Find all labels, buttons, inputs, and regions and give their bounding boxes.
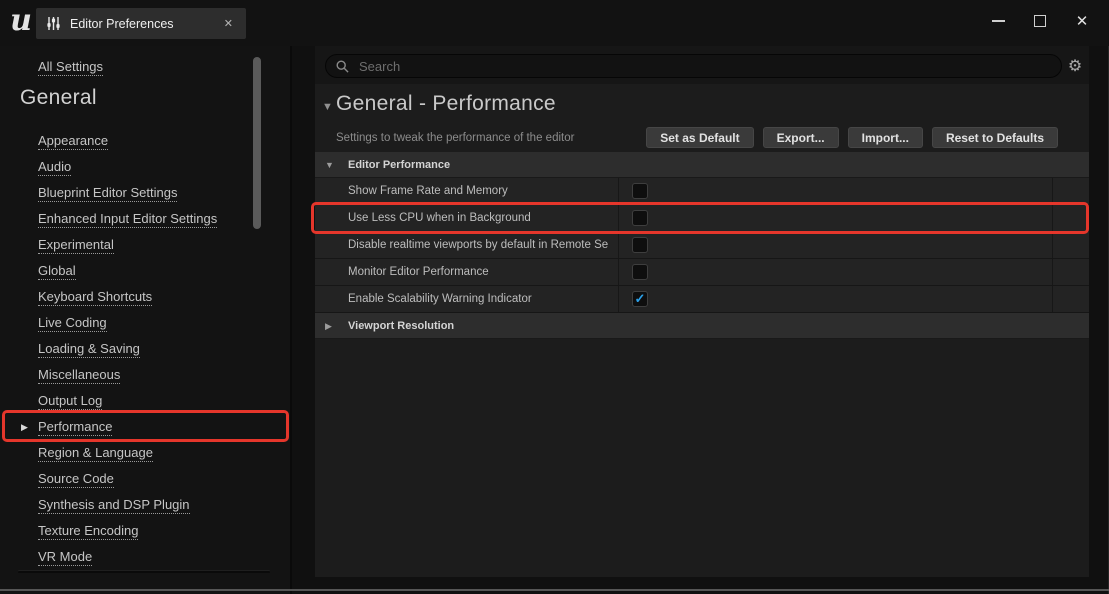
- tab-close-icon[interactable]: ✕: [221, 15, 236, 32]
- sidebar-item-output-log[interactable]: ▶Output Log: [0, 388, 290, 414]
- window-bottom-edge: [0, 589, 1109, 591]
- sidebar-item-keyboard-shortcuts[interactable]: ▶Keyboard Shortcuts: [0, 284, 290, 310]
- close-icon: ✕: [1076, 14, 1089, 29]
- column-divider: [1052, 259, 1053, 285]
- title-bar: u Editor Preferences ✕ ✕: [0, 0, 1109, 46]
- settings-sidebar: All Settings General ▶Appearance ▶Audio …: [0, 46, 292, 594]
- column-divider: [618, 232, 619, 258]
- sidebar-list: ▶Appearance ▶Audio ▶Blueprint Editor Set…: [0, 128, 290, 570]
- sidebar-item-vr-mode[interactable]: ▶VR Mode: [0, 544, 290, 570]
- section-collapsed-icon: ▶: [325, 313, 332, 339]
- selected-arrow-icon: ▶: [21, 414, 28, 440]
- sidebar-scrollbar[interactable]: [253, 57, 261, 229]
- checkmark-icon: ✓: [635, 292, 646, 305]
- minimize-icon: [992, 20, 1005, 22]
- checkbox-monitor-editor-performance[interactable]: ✓: [632, 264, 648, 280]
- editor-preferences-window: u Editor Preferences ✕ ✕ All Settings Ge…: [0, 0, 1109, 594]
- settings-main-panel: ⚙ ▼ General - Performance Settings to tw…: [315, 46, 1089, 577]
- column-divider: [1052, 232, 1053, 258]
- sidebar-divider: [18, 571, 270, 573]
- section-editor-performance[interactable]: ▼ Editor Performance: [315, 152, 1089, 178]
- sidebar-section-general: General: [20, 86, 97, 110]
- minimize-button[interactable]: [977, 0, 1019, 42]
- column-divider: [618, 286, 619, 312]
- header-buttons: Set as Default Export... Import... Reset…: [646, 127, 1058, 148]
- unreal-engine-logo-icon: u: [7, 4, 35, 38]
- sidebar-item-live-coding[interactable]: ▶Live Coding: [0, 310, 290, 336]
- sidebar-item-global[interactable]: ▶Global: [0, 258, 290, 284]
- column-divider: [618, 259, 619, 285]
- checkbox-use-less-cpu[interactable]: ✓: [632, 210, 648, 226]
- tab-title: Editor Preferences: [70, 17, 174, 31]
- category-collapse-icon[interactable]: ▼: [322, 101, 333, 113]
- page-title: General - Performance: [336, 92, 556, 116]
- column-divider: [1052, 178, 1053, 204]
- column-divider: [1052, 205, 1053, 231]
- search-row: ⚙: [315, 46, 1089, 84]
- tab-editor-preferences[interactable]: Editor Preferences ✕: [36, 8, 246, 39]
- window-controls: ✕: [977, 0, 1103, 42]
- sidebar-item-source-code[interactable]: ▶Source Code: [0, 466, 290, 492]
- sidebar-item-experimental[interactable]: ▶Experimental: [0, 232, 290, 258]
- import-button[interactable]: Import...: [848, 127, 923, 148]
- sidebar-item-enhanced-input-editor-settings[interactable]: ▶Enhanced Input Editor Settings: [0, 206, 290, 232]
- checkbox-enable-scalability-warning[interactable]: ✓: [632, 291, 648, 307]
- column-divider: [618, 205, 619, 231]
- sidebar-item-audio[interactable]: ▶Audio: [0, 154, 290, 180]
- maximize-button[interactable]: [1019, 0, 1061, 42]
- search-icon: [336, 60, 349, 73]
- page-subtitle: Settings to tweak the performance of the…: [336, 132, 574, 144]
- sliders-icon: [46, 16, 61, 31]
- gear-icon[interactable]: ⚙: [1064, 54, 1086, 78]
- checkbox-disable-realtime-viewports[interactable]: ✓: [632, 237, 648, 253]
- settings-table: ▼ Editor Performance Show Frame Rate and…: [315, 152, 1089, 339]
- set-as-default-button[interactable]: Set as Default: [646, 127, 753, 148]
- sidebar-item-appearance[interactable]: ▶Appearance: [0, 128, 290, 154]
- checkbox-show-frame-rate[interactable]: ✓: [632, 183, 648, 199]
- close-button[interactable]: ✕: [1061, 0, 1103, 42]
- sidebar-item-all-settings[interactable]: All Settings: [38, 59, 103, 74]
- sidebar-item-synthesis-dsp-plugin[interactable]: ▶Synthesis and DSP Plugin: [0, 492, 290, 518]
- sidebar-item-performance[interactable]: ▶Performance: [0, 414, 290, 440]
- maximize-icon: [1034, 15, 1046, 27]
- column-divider: [618, 178, 619, 204]
- reset-to-defaults-button[interactable]: Reset to Defaults: [932, 127, 1058, 148]
- sidebar-item-blueprint-editor-settings[interactable]: ▶Blueprint Editor Settings: [0, 180, 290, 206]
- search-box[interactable]: [325, 54, 1062, 78]
- sidebar-item-region-language[interactable]: ▶Region & Language: [0, 440, 290, 466]
- column-divider: [1052, 286, 1053, 312]
- setting-row-show-frame-rate: Show Frame Rate and Memory ✓: [315, 178, 1089, 205]
- sidebar-item-loading-saving[interactable]: ▶Loading & Saving: [0, 336, 290, 362]
- export-button[interactable]: Export...: [763, 127, 839, 148]
- search-input[interactable]: [357, 58, 1051, 75]
- setting-row-disable-realtime-viewports: Disable realtime viewports by default in…: [315, 232, 1089, 259]
- sidebar-item-miscellaneous[interactable]: ▶Miscellaneous: [0, 362, 290, 388]
- setting-row-enable-scalability-warning: Enable Scalability Warning Indicator ✓: [315, 286, 1089, 313]
- setting-row-use-less-cpu: Use Less CPU when in Background ✓: [315, 205, 1089, 232]
- section-viewport-resolution[interactable]: ▶ Viewport Resolution: [315, 313, 1089, 339]
- sidebar-item-texture-encoding[interactable]: ▶Texture Encoding: [0, 518, 290, 544]
- setting-row-monitor-editor-performance: Monitor Editor Performance ✓: [315, 259, 1089, 286]
- section-expanded-icon: ▼: [325, 152, 334, 178]
